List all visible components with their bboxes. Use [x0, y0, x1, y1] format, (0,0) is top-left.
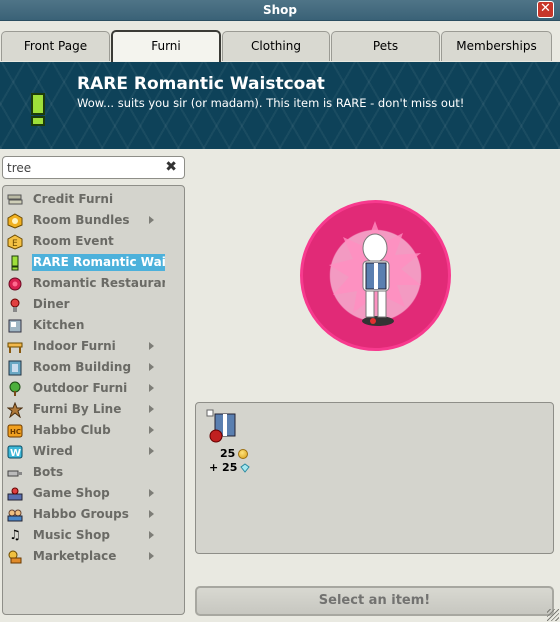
category-label: Indoor Furni	[32, 339, 116, 353]
category-item-habbo-groups[interactable]: Habbo Groups	[3, 504, 165, 525]
kitchen-icon	[6, 317, 24, 335]
close-button[interactable]: ✕	[537, 1, 554, 18]
tab-clothing[interactable]: Clothing	[222, 31, 330, 61]
category-label: Game Shop	[32, 486, 110, 500]
chevron-right-icon	[149, 510, 154, 518]
category-label: Habbo Club	[32, 423, 111, 437]
habbo-club-icon: HC	[6, 422, 24, 440]
catalog-header-banner: RARE Romantic Waistcoat Wow... suits you…	[0, 62, 560, 149]
waistcoat-preview-icon	[329, 221, 421, 326]
category-item-credit-furni[interactable]: Credit Furni	[3, 189, 165, 210]
category-item-habbo-club[interactable]: HC Habbo Club	[3, 420, 165, 441]
category-item-bots[interactable]: Bots	[3, 462, 165, 483]
waistcoat-icon	[206, 409, 236, 443]
chevron-right-icon	[149, 489, 154, 497]
credits-coin-icon	[238, 448, 249, 459]
chevron-right-icon	[149, 363, 154, 371]
category-item-diner[interactable]: Diner	[3, 294, 165, 315]
category-item-furni-by-line[interactable]: Furni By Line	[3, 399, 165, 420]
category-item-rare-romantic-waistcoat[interactable]: RARE Romantic Waistcoat	[3, 252, 165, 273]
category-label: Furni By Line	[32, 402, 122, 416]
outdoor-furni-icon	[6, 380, 24, 398]
category-item-wired[interactable]: W Wired	[3, 441, 165, 462]
rose-icon	[6, 275, 24, 293]
category-label: Music Shop	[32, 528, 110, 542]
category-item-room-building[interactable]: Room Building	[3, 357, 165, 378]
banner-description: Wow... suits you sir (or madam). This it…	[77, 96, 465, 110]
credit-furni-icon	[6, 191, 24, 209]
category-item-kitchen[interactable]: Kitchen	[3, 315, 165, 336]
category-label: Room Bundles	[32, 213, 130, 227]
category-label: RARE Romantic Waistcoat	[31, 254, 165, 271]
music-note-icon: ♫	[9, 528, 21, 543]
offer-grid: 25 + 25	[195, 402, 554, 554]
price-diamonds: + 25	[209, 461, 238, 474]
search-box: ✖	[2, 156, 185, 179]
diner-icon	[6, 296, 24, 314]
category-label: Outdoor Furni	[32, 381, 128, 395]
category-label: Room Building	[32, 360, 132, 374]
exclamation-icon	[31, 93, 45, 126]
category-item-room-bundles[interactable]: Room Bundles	[3, 210, 165, 231]
chevron-right-icon	[149, 426, 154, 434]
category-label: Wired	[32, 444, 73, 458]
chevron-right-icon	[149, 531, 154, 539]
category-label: Kitchen	[32, 318, 85, 332]
category-label: Diner	[32, 297, 70, 311]
star-icon	[6, 401, 24, 419]
category-item-room-event[interactable]: E Room Event	[3, 231, 165, 252]
category-label: Room Event	[32, 234, 114, 248]
chevron-right-icon	[149, 384, 154, 392]
price-diamonds-row: + 25	[209, 461, 251, 474]
item-preview	[300, 200, 451, 351]
category-item-outdoor-furni[interactable]: Outdoor Furni	[3, 378, 165, 399]
indoor-furni-icon	[6, 338, 24, 356]
category-item-game-shop[interactable]: Game Shop	[3, 483, 165, 504]
banner-title: RARE Romantic Waistcoat	[77, 74, 325, 94]
svg-text:E: E	[12, 239, 18, 249]
category-label: Habbo Groups	[32, 507, 129, 521]
bots-icon	[6, 464, 24, 482]
tab-pets[interactable]: Pets	[331, 31, 440, 61]
room-bundles-icon	[6, 212, 24, 230]
exclamation-icon	[6, 254, 24, 272]
resize-grip-icon[interactable]	[547, 609, 559, 621]
game-shop-icon	[6, 485, 24, 503]
price-credits-row: 25	[220, 447, 249, 460]
room-event-icon: E	[6, 233, 24, 251]
window-title: Shop	[262, 3, 298, 17]
clear-search-icon[interactable]: ✖	[165, 159, 177, 176]
close-icon: ✕	[540, 1, 551, 16]
category-item-romantic-restaurant[interactable]: Romantic Restaurant furni	[3, 273, 165, 294]
category-label: Bots	[32, 465, 64, 479]
window-titlebar: Shop ✕	[0, 0, 560, 21]
chevron-right-icon	[149, 447, 154, 455]
category-item-marketplace[interactable]: Marketplace	[3, 546, 165, 567]
svg-text:HC: HC	[10, 428, 21, 436]
tab-front-page[interactable]: Front Page	[1, 31, 110, 61]
category-item-indoor-furni[interactable]: Indoor Furni	[3, 336, 165, 357]
chevron-right-icon	[149, 552, 154, 560]
chevron-right-icon	[149, 216, 154, 224]
svg-text:W: W	[10, 448, 21, 459]
wired-icon: W	[6, 443, 24, 461]
tab-memberships[interactable]: Memberships	[441, 31, 552, 61]
room-building-icon	[6, 359, 24, 377]
chevron-right-icon	[149, 405, 154, 413]
offer-item[interactable]	[206, 408, 246, 448]
category-label: Romantic Restaurant furni	[32, 276, 165, 290]
category-list: Credit Furni Room Bundles E Room Event R…	[2, 185, 185, 615]
search-input[interactable]	[7, 159, 157, 176]
price-credits: 25	[220, 447, 236, 460]
category-item-music-shop[interactable]: ♫ Music Shop	[3, 525, 165, 546]
diamond-icon	[240, 462, 251, 473]
category-label: Marketplace	[32, 549, 117, 563]
select-item-button[interactable]: Select an item!	[195, 586, 554, 616]
habbo-groups-icon	[6, 506, 24, 524]
shop-tabs: Front Page Furni Clothing Pets Membershi…	[0, 21, 560, 62]
tab-furni[interactable]: Furni	[111, 30, 221, 62]
chevron-right-icon	[149, 342, 154, 350]
category-label: Credit Furni	[32, 192, 114, 206]
marketplace-icon	[6, 548, 24, 566]
